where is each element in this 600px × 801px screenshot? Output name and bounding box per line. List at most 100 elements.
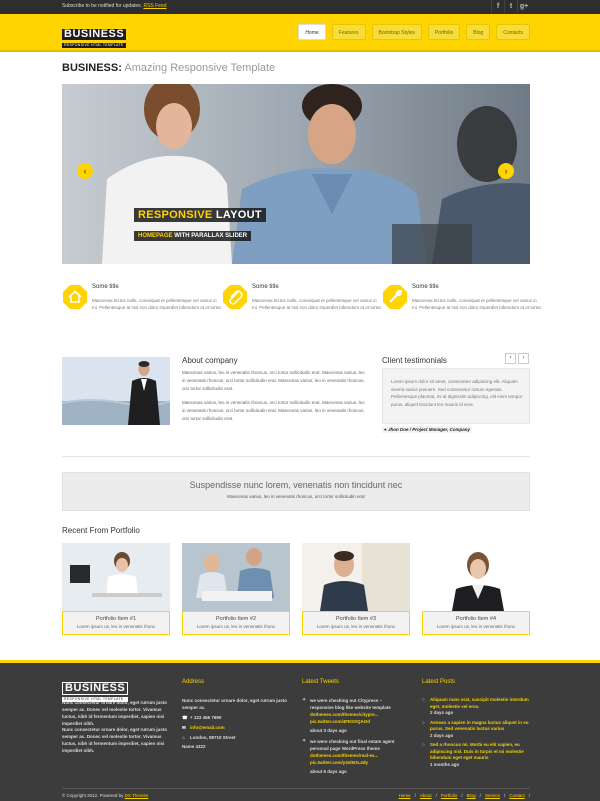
header: BUSINESS RESPONSIVE HTML TEMPLATE Home F…	[0, 14, 600, 52]
portfolio-image	[422, 543, 530, 611]
about-text: Maecenas varius, leo in venenatis rhoncu…	[182, 369, 367, 429]
footer-link-portfolio[interactable]: Portfolio	[441, 793, 458, 798]
portfolio-caption: Portfolio Item #4 Lorem ipsum us, leo in…	[422, 611, 530, 635]
footer-link-blog[interactable]: Blog	[467, 793, 476, 798]
feature-text: Maecenas lectus nulla, consequat et pell…	[412, 298, 542, 310]
slider-next-button[interactable]: ›	[498, 163, 514, 179]
nav-bootstrap-styles[interactable]: Bootstrap Styles	[371, 24, 422, 40]
footer-address-heading: Address	[182, 679, 205, 685]
tweet-time: about 3 days ago	[310, 728, 347, 733]
phone-icon: ☎	[182, 715, 188, 720]
feature-text: Maecenas lectus nulla, consequat et pell…	[252, 298, 382, 310]
about-paragraph-2: Maecenas varius, leo in venenatis rhoncu…	[182, 400, 365, 421]
post-time: 2 days ago	[430, 732, 454, 738]
post-text: Aliquam nunc erat, suscipit molestie int…	[430, 697, 529, 709]
nav-home[interactable]: Home	[298, 24, 326, 40]
about-paragraph-1: Maecenas varius, leo in venenatis rhoncu…	[182, 370, 365, 391]
wrench-icon	[383, 285, 407, 309]
email-icon: ✉	[182, 725, 186, 730]
nav-contacts[interactable]: Contacts	[496, 24, 530, 40]
twitter-icon[interactable]: t	[504, 0, 517, 13]
portfolio-item-desc: Lorem ipsum us, leo in venenatis rhonc	[316, 624, 396, 629]
footer-address: Nunc consectetur ornare dolor, eget rutr…	[182, 697, 292, 749]
page-title-bold: BUSINESS:	[62, 62, 122, 74]
post-time: 1 months ago	[430, 761, 460, 767]
footer-link-about[interactable]: About	[420, 793, 432, 798]
portfolio-image	[62, 543, 170, 611]
name-text: Name 4322	[182, 744, 206, 749]
location-icon: ⌂	[182, 735, 185, 740]
feature-title: Some title	[252, 284, 279, 290]
testimonial-next-button[interactable]: ›	[518, 353, 529, 364]
tweet-text: we were checking out Citypress – respons…	[310, 698, 391, 710]
portfolio-title: Recent From Portfolio	[62, 526, 140, 535]
tweet-item: ✦ we were checking out final estate agen…	[302, 738, 407, 775]
portfolio-caption: Portfolio Item #2 Lorem ipsum us, leo in…	[182, 611, 290, 635]
portfolio-item-2[interactable]: Portfolio Item #2 Lorem ipsum us, leo in…	[182, 543, 290, 635]
testimonial-nav: ‹ ›	[505, 353, 529, 364]
footer-link-home[interactable]: Home	[399, 793, 411, 798]
footer: BUSINESS RESPONSIVE HTML TEMPLATE Nunc c…	[0, 660, 600, 801]
main-nav: Home Features Bootstrap Styles Portfolio…	[298, 24, 530, 40]
footer-tweets: ✦ we were checking out Citypress – respo…	[302, 697, 407, 779]
portfolio-item-3[interactable]: Portfolio Item #3 Lorem ipsum us, leo in…	[302, 543, 410, 635]
portfolio-item-name: Portfolio Item #4	[455, 616, 497, 622]
testimonial-quote: Lorem ipsum dolor sit amet, consectetur …	[391, 379, 523, 407]
copyright-text: © Copyright 2012. Powered by	[62, 793, 124, 798]
portfolio-caption: Portfolio Item #3 Lorem ipsum us, leo in…	[302, 611, 410, 635]
post-text: Sed a rhoncus mi. Morbi eu elit sapien, …	[430, 742, 524, 760]
footer-link-contact[interactable]: Contact	[509, 793, 525, 798]
caption-sub-rest: WITH PARALLAX SLIDER	[174, 233, 248, 239]
caption-rest: LAYOUT	[215, 209, 262, 221]
top-bar: Subscribe to be notified for updates. RS…	[0, 0, 600, 14]
rss-feed-link[interactable]: RSS Feed	[143, 3, 166, 9]
tweet-item: ✦ we were checking out Citypress – respo…	[302, 697, 407, 734]
slider-caption-main: RESPONSIVE LAYOUT	[134, 208, 266, 222]
caption-sub-highlight: HOMEPAGE	[138, 233, 173, 239]
post-item[interactable]: ○ Aenean a sapien in magna luctus alique…	[422, 720, 537, 740]
portfolio-item-desc: Lorem ipsum us, leo in venenatis rhonc	[76, 624, 156, 629]
email-link[interactable]: info@email.com	[190, 725, 225, 730]
nav-portfolio[interactable]: Portfolio	[427, 24, 461, 40]
street-line: ⌂ London, 98710 Street	[182, 735, 292, 740]
post-time: 2 days ago	[430, 710, 454, 715]
footer-bottom-bar: © Copyright 2012. Powered by DX Themes H…	[62, 788, 530, 798]
subscribe-text: Subscribe to be notified for updates.	[62, 3, 143, 9]
testimonial-author-text: Jhon Doe / Project Manager, Company	[387, 427, 471, 432]
tweet-text: we were checking out final estate agent …	[310, 739, 395, 751]
tweet-link[interactable]: dothemes.com/themes/real-es... pic.twitt…	[310, 753, 378, 765]
google-plus-icon[interactable]: g+	[517, 0, 530, 13]
testimonial-prev-button[interactable]: ‹	[505, 353, 516, 364]
footer-posts-heading: Latest Posts	[422, 679, 456, 685]
about-title: About company	[182, 356, 238, 365]
facebook-icon[interactable]: f	[491, 0, 504, 13]
footer-logo-text: BUSINESS	[62, 682, 129, 695]
slider-prev-button[interactable]: ‹	[77, 163, 93, 179]
portfolio-caption: Portfolio Item #1 Lorem ipsum us, leo in…	[62, 611, 170, 635]
address-text: Nunc consectetur ornare dolor, eget rutr…	[182, 698, 288, 710]
footer-about-2: Nunc consectetur ornare dolor, eget rutr…	[62, 727, 168, 753]
twitter-icon: ✦	[302, 738, 307, 744]
post-item[interactable]: ○ Sed a rhoncus mi. Morbi eu elit sapien…	[422, 742, 537, 768]
footer-link-service[interactable]: Service	[485, 793, 500, 798]
feature-title: Some title	[412, 284, 439, 290]
portfolio-image	[302, 543, 410, 611]
twitter-icon: ✦	[302, 697, 307, 703]
section-divider	[62, 456, 530, 457]
footer-tweets-heading: Latest Tweets	[302, 679, 339, 685]
phone-text: + 123 456 7890	[190, 715, 222, 720]
site-logo[interactable]: BUSINESS RESPONSIVE HTML TEMPLATE	[62, 24, 127, 48]
nav-features[interactable]: Features	[331, 24, 366, 40]
portfolio-item-name: Portfolio Item #2	[215, 616, 257, 622]
tweet-link[interactable]: dothemes.com/themes/citypre... pic.twitt…	[310, 712, 379, 724]
post-item[interactable]: ○ Aliquam nunc erat, suscipit molestie i…	[422, 697, 537, 717]
feature-text: Maecenas lectus nulla, consequat et pell…	[92, 298, 222, 310]
portfolio-item-4[interactable]: Portfolio Item #4 Lorem ipsum us, leo in…	[422, 543, 530, 635]
portfolio-item-1[interactable]: Portfolio Item #1 Lorem ipsum us, leo in…	[62, 543, 170, 635]
comment-icon: ○	[422, 697, 425, 702]
powered-by-link[interactable]: DX Themes	[125, 793, 149, 798]
portfolio-item-name: Portfolio Item #3	[335, 616, 377, 622]
footer-about-1: Nunc consectetur ornare dolor, eget rutr…	[62, 700, 168, 726]
portfolio-item-name: Portfolio Item #1	[95, 616, 137, 622]
nav-blog[interactable]: Blog	[466, 24, 491, 40]
